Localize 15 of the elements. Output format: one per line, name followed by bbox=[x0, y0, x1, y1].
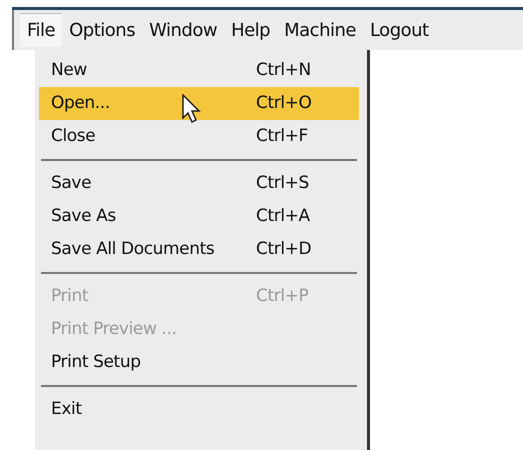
menu-bar-item[interactable]: Machine bbox=[277, 14, 363, 46]
menu-item[interactable]: Exit bbox=[39, 393, 359, 426]
menu-item[interactable]: Close Ctrl+F bbox=[39, 120, 359, 153]
menu-item[interactable]: Save All Documents Ctrl+D bbox=[39, 233, 359, 266]
menu-item[interactable]: Save As Ctrl+A bbox=[39, 200, 359, 233]
menu-item[interactable]: Open... Ctrl+O bbox=[39, 87, 359, 120]
menu-item[interactable]: New Ctrl+N bbox=[39, 54, 359, 87]
menu-item[interactable]: Save Ctrl+S bbox=[39, 167, 359, 200]
menu-bar-item[interactable]: Logout bbox=[362, 14, 436, 46]
menu-bar-item[interactable]: Help bbox=[224, 14, 278, 46]
menu-bar-item[interactable]: File bbox=[20, 13, 62, 47]
menu-item[interactable]: Print Setup bbox=[39, 346, 359, 379]
menu-bar-item[interactable]: Options bbox=[62, 14, 142, 46]
menu-bar-item[interactable]: Window bbox=[142, 14, 224, 46]
mouse-pointer-icon bbox=[182, 94, 202, 124]
